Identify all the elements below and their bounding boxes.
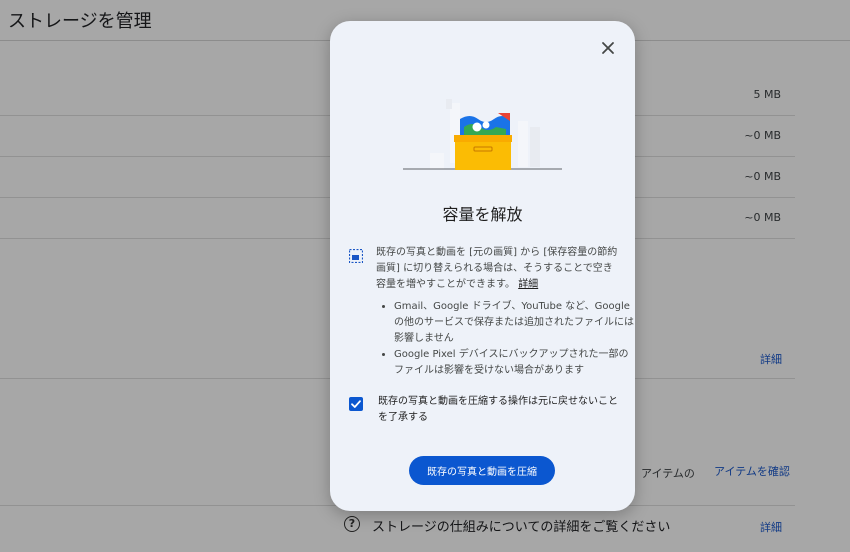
storage-box-illustration [403,99,562,170]
details-link[interactable]: 詳細 [518,279,538,290]
acknowledge-checkbox[interactable] [349,397,363,411]
free-up-space-dialog: 容量を解放 既存の写真と動画を [元の画質] から [保存容量の節約画質] に切… [330,21,635,511]
notes-list: Gmail、Google ドライブ、YouTube など、Google の他のサ… [382,299,634,379]
compress-button[interactable]: 既存の写真と動画を圧縮 [409,456,555,485]
dialog-title: 容量を解放 [442,205,523,224]
checkmark-icon [351,400,361,408]
dialog-description: 既存の写真と動画を [元の画質] から [保存容量の節約画質] に切り替えられる… [376,245,622,293]
list-item: Gmail、Google ドライブ、YouTube など、Google の他のサ… [394,299,634,347]
hd-quality-icon [349,249,363,263]
close-icon[interactable] [595,35,621,61]
description-text: 既存の写真と動画を [元の画質] から [保存容量の節約画質] に切り替えられる… [376,247,618,290]
list-item: Google Pixel デバイスにバックアップされた一部のファイルは影響を受け… [394,347,634,379]
checkbox-label: 既存の写真と動画を圧縮する操作は元に戻せないことを了承する [378,396,618,423]
